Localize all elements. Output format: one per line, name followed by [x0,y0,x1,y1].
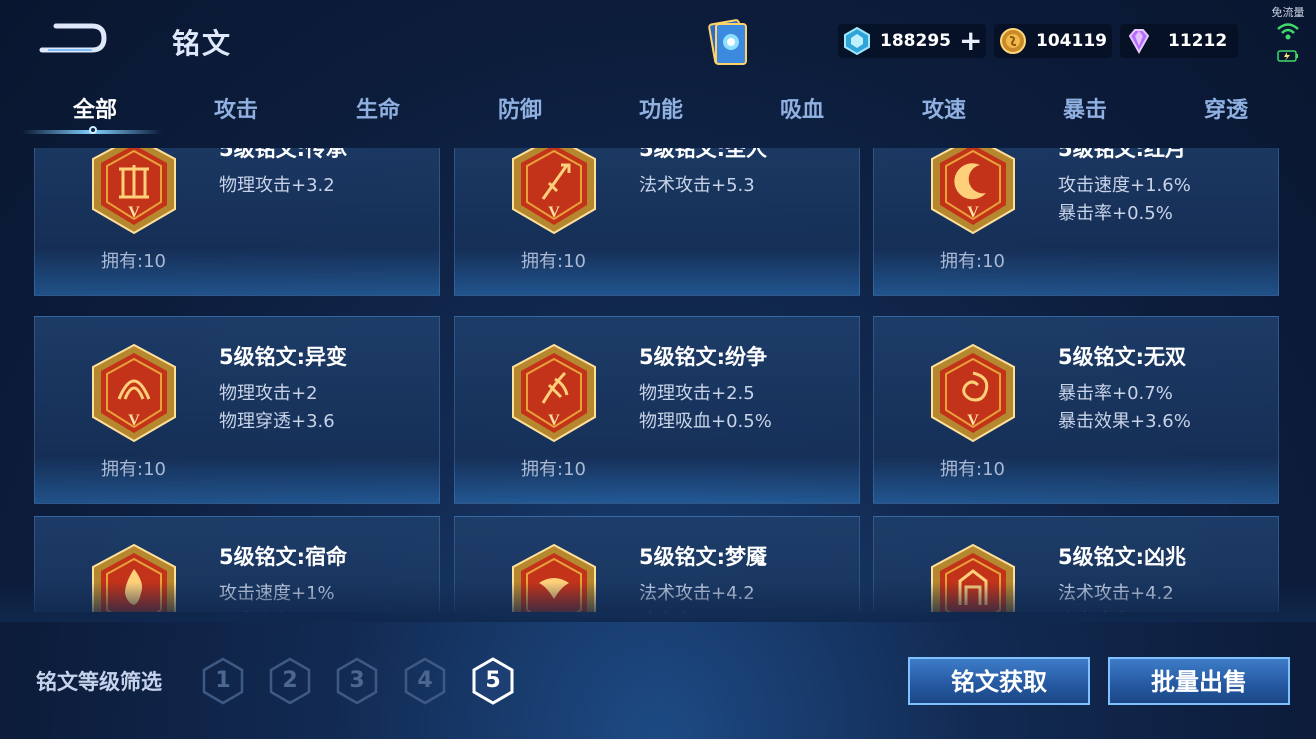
level-filter-5[interactable]: 5 [470,656,516,706]
gold-coin-icon [1000,28,1026,54]
blade-rune-icon: V [509,343,599,443]
pillar-rune-icon: V [89,148,179,235]
rune-attribute: 暴击效果+3.6% [1058,411,1191,432]
level-filter-2[interactable]: 2 [267,656,313,706]
rune-level-numeral: V [128,204,140,221]
rune-acquire-button[interactable]: 铭文获取 [908,657,1090,705]
owned-count: 拥有:10 [101,459,166,480]
sword-rune-icon: V [509,148,599,235]
crescent-moon-rune-icon: V [928,148,1018,235]
gem-value: 11212 [1168,31,1228,51]
recharge-plus-button[interactable]: + [959,27,982,55]
tab-health[interactable]: 生命 [328,92,428,128]
tab-lifesteal[interactable]: 吸血 [752,92,852,128]
level-filter-4[interactable]: 4 [402,656,448,706]
rune-card[interactable]: V 5级铭文:异变 物理攻击+2 物理穿透+3.6 拥有:10 [34,316,440,504]
rune-card[interactable]: V 5级铭文:圣人法术攻击+5.3 拥有:10 [454,148,860,296]
rune-card[interactable]: V 5级铭文:无双 暴击率+0.7% 暴击效果+3.6% 拥有:10 [873,316,1279,504]
wifi-icon [1277,23,1299,40]
rune-name: 5级铭文:圣人 [639,148,768,161]
active-tab-dot [89,126,97,134]
rune-attribute: 法术攻击+5.3 [639,175,755,196]
rune-attribute: 攻击速度+1.6% [1058,175,1191,196]
level-filter-number: 3 [349,668,365,693]
rune-page-card-icon[interactable] [704,16,752,68]
rune-attribute: 物理攻击+2 [219,383,318,404]
rune-attribute: 物理攻击+3.2 [219,175,335,196]
arch-rune-icon: V [89,343,179,443]
diamond-coupon-icon [844,26,870,56]
page-title: 铭文 [172,27,233,60]
owned-count: 拥有:10 [521,251,586,272]
diamond-coupon-counter: 188295 + [838,24,986,58]
rune-list[interactable]: V 5级铭文:传承物理攻击+3.2 拥有:10 V 5级铭文:圣人法术攻击+5.3 拥有:… [0,148,1316,612]
level-filter-3[interactable]: 3 [334,656,380,706]
rune-attribute: 暴击率+0.7% [1058,383,1173,404]
back-arrow-icon [39,23,107,53]
rune-name: 5级铭文:凶兆 [1058,545,1187,569]
rune-name: 5级铭文:无双 [1058,345,1187,369]
battery-charging-icon [1277,50,1298,62]
rune-name: 5级铭文:红月 [1058,148,1187,161]
gem-icon [1128,29,1150,55]
tab-defense[interactable]: 防御 [470,92,570,128]
rune-level-numeral: V [548,204,560,221]
rune-name: 5级铭文:纷争 [639,345,768,369]
owned-count: 拥有:10 [940,251,1005,272]
rune-level-numeral: V [128,412,140,429]
rune-level-numeral: V [967,204,979,221]
tab-penetration[interactable]: 穿透 [1176,92,1276,128]
tab-attack[interactable]: 攻击 [186,92,286,128]
rune-attribute: 暴击率+0.5% [1058,203,1173,224]
category-tabs: 全部 攻击 生命 防御 功能 吸血 攻速 暴击 穿透 [0,84,1316,142]
tab-attack-speed[interactable]: 攻速 [894,92,994,128]
rune-attribute: 物理攻击+2.5 [639,383,755,404]
level-filter-number: 5 [485,668,501,693]
diamond-coupon-value: 188295 [880,31,951,51]
rune-name: 5级铭文:宿命 [219,545,348,569]
level-filter-number: 1 [215,668,231,693]
rune-card[interactable]: V 5级铭文:红月攻击速度+1.6% 暴击率+0.5% 拥有:10 [873,148,1279,296]
level-filter-label: 铭文等级筛选 [36,670,162,694]
free-data-label: 免流量 [1271,6,1305,19]
gold-coin-counter: 104119 [994,24,1112,58]
rune-attribute: 物理吸血+0.5% [639,411,772,432]
rune-attribute: 物理穿透+3.6 [219,411,335,432]
rune-level-numeral: V [548,412,560,429]
owned-count: 拥有:10 [940,459,1005,480]
top-bar: 铭文 188295 + 104119 11212 免流量 [0,0,1316,84]
rune-level-numeral: V [967,412,979,429]
rune-card[interactable]: V 5级铭文:传承物理攻击+3.2 拥有:10 [34,148,440,296]
back-button[interactable] [38,20,110,60]
level-filter-number: 4 [417,668,433,693]
gem-counter: 11212 [1120,24,1238,58]
level-filter-number: 2 [282,668,298,693]
owned-count: 拥有:10 [521,459,586,480]
rune-card[interactable]: V 5级铭文:纷争 物理攻击+2.5 物理吸血+0.5% 拥有:10 [454,316,860,504]
rune-name: 5级铭文:梦魇 [639,545,768,569]
rune-name: 5级铭文:传承 [219,148,348,161]
tab-critical[interactable]: 暴击 [1035,92,1135,128]
network-status: 免流量 [1264,4,1312,67]
tab-utility[interactable]: 功能 [611,92,711,128]
tab-all[interactable]: 全部 [45,92,145,128]
owned-count: 拥有:10 [101,251,166,272]
list-fade-overlay [0,582,1316,622]
rune-name: 5级铭文:异变 [219,345,348,369]
vortex-rune-icon: V [928,343,1018,443]
gold-coin-value: 104119 [1036,31,1107,51]
bulk-sell-button[interactable]: 批量出售 [1108,657,1290,705]
level-filter-1[interactable]: 1 [200,656,246,706]
